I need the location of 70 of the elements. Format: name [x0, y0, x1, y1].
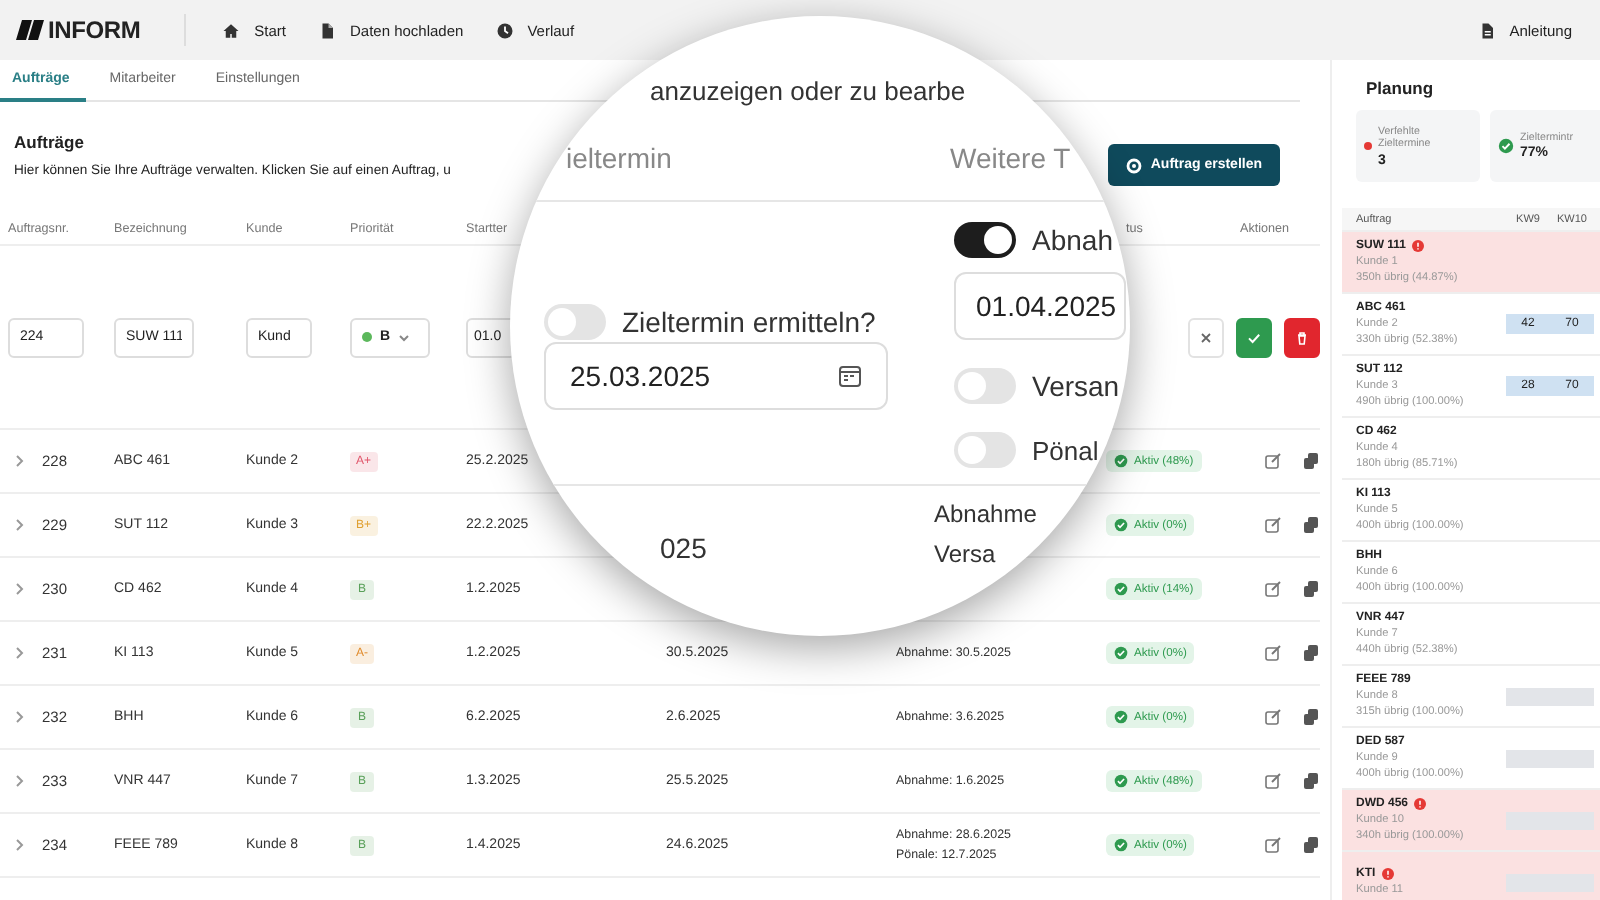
edit-icon[interactable] — [1264, 580, 1282, 598]
copy-icon[interactable] — [1302, 644, 1320, 662]
date-field[interactable]: 01.04.2025 — [954, 272, 1126, 340]
schedule-bar — [1506, 687, 1594, 705]
delete-button[interactable] — [1284, 317, 1320, 357]
clock-icon — [495, 21, 514, 39]
panel-title: Planung — [1364, 78, 1436, 98]
check-circle-icon — [1114, 582, 1128, 596]
chevron-right-icon[interactable] — [14, 774, 24, 788]
alert-icon — [1381, 867, 1394, 880]
milestone-text: Versa — [934, 540, 998, 568]
file-icon — [317, 21, 336, 39]
edit-icon[interactable] — [1264, 836, 1282, 854]
toggle-label: Abnah — [1032, 224, 1113, 256]
page-description: anzuzeigen oder zu bearbe — [650, 76, 966, 106]
copy-icon[interactable] — [1302, 516, 1320, 534]
chevron-right-icon[interactable] — [14, 518, 24, 532]
toggle-switch[interactable] — [544, 304, 606, 340]
chevron-right-icon[interactable] — [14, 454, 24, 468]
cancel-button[interactable] — [1188, 317, 1224, 357]
toggle-switch[interactable] — [954, 222, 1016, 258]
ring-icon — [1126, 157, 1143, 173]
toggle-label: Zieltermin ermitteln? — [622, 306, 876, 338]
schedule-bar — [1506, 873, 1594, 891]
check-icon — [1246, 329, 1262, 345]
caret-icon — [398, 333, 411, 341]
confirm-button[interactable] — [1236, 317, 1272, 357]
trash-icon — [1294, 329, 1310, 345]
edit-icon[interactable] — [1264, 708, 1282, 726]
logo-icon — [16, 20, 44, 40]
check-circle-icon — [1114, 454, 1128, 468]
copy-icon[interactable] — [1302, 772, 1320, 790]
date-field[interactable]: 25.03.2025 — [544, 342, 888, 410]
copy-icon[interactable] — [1302, 708, 1320, 726]
check-circle-icon — [1114, 646, 1128, 660]
edit-icon[interactable] — [1264, 452, 1282, 470]
column-header: Weitere T — [950, 142, 1071, 174]
page-title: Aufträge — [14, 132, 86, 152]
check-circle-icon — [1114, 710, 1128, 724]
copy-icon[interactable] — [1302, 580, 1320, 598]
check-circle-icon — [1498, 138, 1514, 154]
toggle-label: Versan — [1032, 370, 1120, 402]
toggle-switch[interactable] — [954, 368, 1016, 404]
toggle-label: Pönal — [1032, 435, 1099, 465]
alert-icon — [1414, 797, 1427, 809]
milestone-text: Abnahme — [934, 500, 1037, 528]
document-icon — [1477, 21, 1496, 39]
edit-icon[interactable] — [1264, 644, 1282, 662]
schedule-bar — [1506, 811, 1594, 829]
check-circle-icon — [1114, 838, 1128, 852]
copy-icon[interactable] — [1302, 836, 1320, 854]
chevron-right-icon[interactable] — [14, 838, 24, 852]
calendar-icon — [838, 364, 862, 388]
copy-icon[interactable] — [1302, 452, 1320, 470]
chevron-right-icon[interactable] — [14, 646, 24, 660]
schedule-bar — [1506, 749, 1594, 767]
logo-text: INFORM — [48, 16, 141, 44]
chevron-right-icon[interactable] — [14, 582, 24, 596]
alert-icon — [1412, 239, 1425, 251]
edit-icon[interactable] — [1264, 516, 1282, 534]
chevron-right-icon[interactable] — [14, 710, 24, 724]
table-cell: 025 — [660, 532, 707, 564]
close-icon — [1198, 329, 1214, 345]
home-icon — [222, 21, 241, 39]
alert-dot-icon — [1364, 142, 1372, 150]
check-circle-icon — [1114, 518, 1128, 532]
column-header: ieltermin — [566, 142, 672, 174]
edit-icon[interactable] — [1264, 772, 1282, 790]
check-circle-icon — [1114, 774, 1128, 788]
toggle-switch[interactable] — [954, 432, 1016, 468]
